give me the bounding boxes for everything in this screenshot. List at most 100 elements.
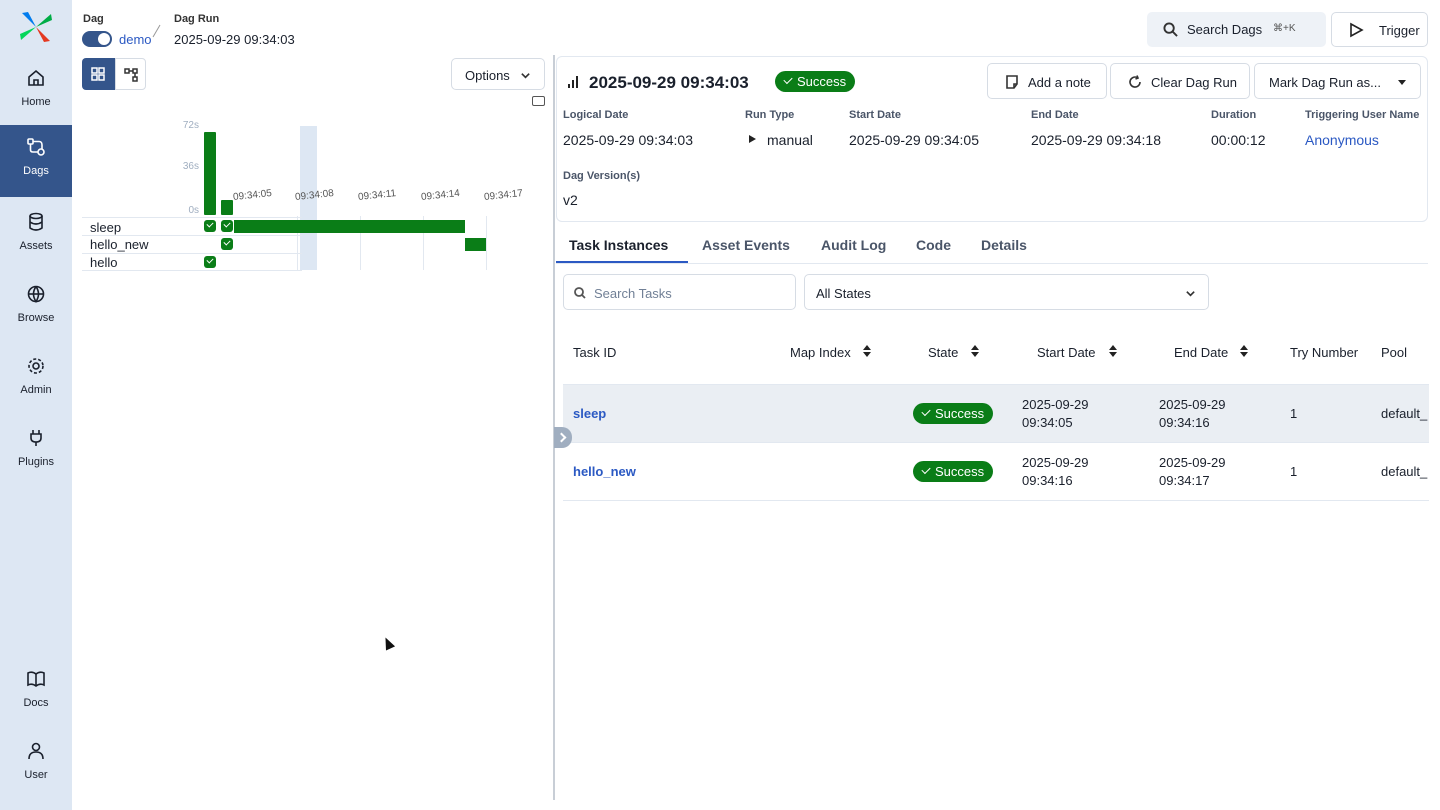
- time-tick-label: 09:34:05: [232, 187, 273, 204]
- sort-icon[interactable]: [1108, 344, 1118, 358]
- sort-icon[interactable]: [970, 344, 980, 358]
- tab-details[interactable]: Details: [981, 237, 1027, 253]
- nav-home[interactable]: Home: [0, 56, 72, 126]
- dag-version-label: Dag Version(s): [563, 170, 641, 182]
- database-icon: [26, 212, 46, 232]
- airflow-logo[interactable]: [18, 10, 54, 44]
- search-dags-button[interactable]: Search Dags ⌘+K: [1147, 12, 1326, 47]
- grid-task-name[interactable]: hello: [90, 255, 117, 270]
- tab-asset-events[interactable]: Asset Events: [702, 237, 790, 253]
- app-root: Home Dags Assets Browse Admin Plugins Do…: [0, 0, 1440, 810]
- nav-user-label: User: [24, 769, 48, 781]
- active-tab-indicator: [556, 261, 688, 263]
- search-tasks-input[interactable]: Search Tasks: [563, 274, 796, 310]
- meta-label: Start Date: [849, 109, 901, 121]
- state-filter-value: All States: [816, 286, 871, 301]
- state-filter-select[interactable]: All States: [804, 274, 1209, 310]
- breadcrumb-dag-link[interactable]: demo: [119, 32, 152, 47]
- duration-value: 00:00:12: [1211, 132, 1266, 148]
- nav-admin-label: Admin: [20, 384, 52, 396]
- time-tick-label: 09:34:14: [420, 187, 461, 204]
- gear-icon: [26, 356, 46, 376]
- grid-view-button[interactable]: [82, 58, 115, 90]
- nav-user[interactable]: User: [0, 729, 72, 799]
- column-header-end-date[interactable]: End Date: [1174, 345, 1228, 360]
- y-tick-label: 72s: [182, 120, 199, 131]
- column-header-task-id[interactable]: Task ID: [573, 345, 616, 360]
- options-button[interactable]: Options: [451, 58, 545, 90]
- table-row[interactable]: hello_new Success 2025-09-29 09:34:16 20…: [563, 443, 1429, 501]
- tab-code[interactable]: Code: [916, 237, 951, 253]
- grid-chart: 72s 36s 0s 09:34:05 09:34:08 09:34:11 09…: [82, 110, 523, 280]
- clear-dag-run-button[interactable]: Clear Dag Run: [1110, 63, 1250, 99]
- y-tick-label: 36s: [182, 161, 199, 172]
- dag-run-bar[interactable]: [221, 200, 233, 215]
- time-tick-label: 09:34:17: [483, 187, 524, 204]
- breadcrumb-run-label: Dag Run: [174, 13, 220, 25]
- try-number-cell: 1: [1290, 406, 1298, 421]
- plug-icon: [26, 428, 46, 448]
- sort-icon[interactable]: [862, 344, 872, 358]
- grid-task-name[interactable]: sleep: [90, 220, 121, 235]
- tabs-divider: [556, 263, 1428, 264]
- mouse-cursor: [380, 635, 396, 651]
- nav-docs[interactable]: Docs: [0, 657, 72, 727]
- end-date-cell: 2025-09-29: [1159, 397, 1226, 412]
- bar-chart-icon: [568, 76, 578, 88]
- nav-browse[interactable]: Browse: [0, 272, 72, 342]
- row-divider: [82, 235, 302, 236]
- row-divider: [82, 217, 302, 218]
- mark-dag-run-label: Mark Dag Run as...: [1269, 75, 1381, 90]
- pool-cell: default_: [1381, 464, 1428, 479]
- nav-assets[interactable]: Assets: [0, 200, 72, 270]
- meta-label: Duration: [1211, 109, 1257, 121]
- graph-icon: [124, 68, 138, 82]
- dag-run-bar[interactable]: [204, 132, 216, 215]
- task-id-link[interactable]: hello_new: [573, 463, 636, 481]
- tab-audit-log[interactable]: Audit Log: [821, 237, 886, 253]
- column-header-try-number[interactable]: Try Number: [1290, 345, 1358, 360]
- table-row[interactable]: sleep Success 2025-09-29 09:34:05 2025-0…: [563, 385, 1429, 443]
- meta-label: Logical Date: [563, 109, 629, 121]
- column-header-pool[interactable]: Pool: [1381, 345, 1407, 360]
- gantt-bar-hello-new[interactable]: [465, 238, 486, 251]
- nav-docs-label: Docs: [23, 697, 49, 709]
- mark-dag-run-button[interactable]: Mark Dag Run as...: [1254, 63, 1421, 99]
- end-date-cell: 2025-09-29: [1159, 455, 1226, 470]
- nav-admin[interactable]: Admin: [0, 344, 72, 414]
- column-header-start-date[interactable]: Start Date: [1037, 345, 1096, 360]
- tab-task-instances[interactable]: Task Instances: [569, 237, 668, 253]
- grid-task-name[interactable]: hello_new: [90, 237, 149, 252]
- task-instance-cell[interactable]: [221, 238, 233, 250]
- y-tick-label: 0s: [188, 205, 199, 216]
- run-status-badge: Success: [775, 71, 856, 92]
- chevron-down-icon: [521, 73, 530, 79]
- triggering-user-link[interactable]: Anonymous: [1305, 132, 1379, 148]
- run-type-value: manual: [767, 132, 813, 148]
- options-label: Options: [465, 68, 510, 83]
- task-instance-cell[interactable]: [221, 220, 233, 232]
- dag-pause-toggle[interactable]: [82, 31, 112, 47]
- gantt-bar-sleep[interactable]: [234, 220, 465, 233]
- search-tasks-placeholder: Search Tasks: [594, 286, 672, 301]
- search-dags-label: Search Dags: [1187, 22, 1263, 37]
- nav-dags[interactable]: Dags: [0, 125, 72, 197]
- task-id-link[interactable]: sleep: [573, 405, 606, 423]
- dag-version-value: v2: [563, 192, 578, 208]
- play-icon: [1350, 22, 1364, 38]
- nav-plugins[interactable]: Plugins: [0, 416, 72, 486]
- sidebar: Home Dags Assets Browse Admin Plugins Do…: [0, 0, 72, 810]
- task-instance-cell[interactable]: [204, 220, 216, 232]
- add-note-button[interactable]: Add a note: [987, 63, 1107, 99]
- column-header-map-index[interactable]: Map Index: [790, 345, 851, 360]
- refresh-icon: [1129, 75, 1141, 88]
- keyboard-icon[interactable]: [532, 96, 545, 106]
- task-instance-cell[interactable]: [204, 256, 216, 268]
- sort-icon[interactable]: [1239, 344, 1249, 358]
- trigger-button[interactable]: Trigger: [1331, 12, 1428, 47]
- end-time-cell: 09:34:16: [1159, 415, 1210, 430]
- play-icon: [749, 135, 756, 143]
- dag-run-card: 2025-09-29 09:34:03 Success Add a note C…: [556, 56, 1428, 222]
- column-header-state[interactable]: State: [928, 345, 958, 360]
- graph-view-button[interactable]: [115, 58, 146, 90]
